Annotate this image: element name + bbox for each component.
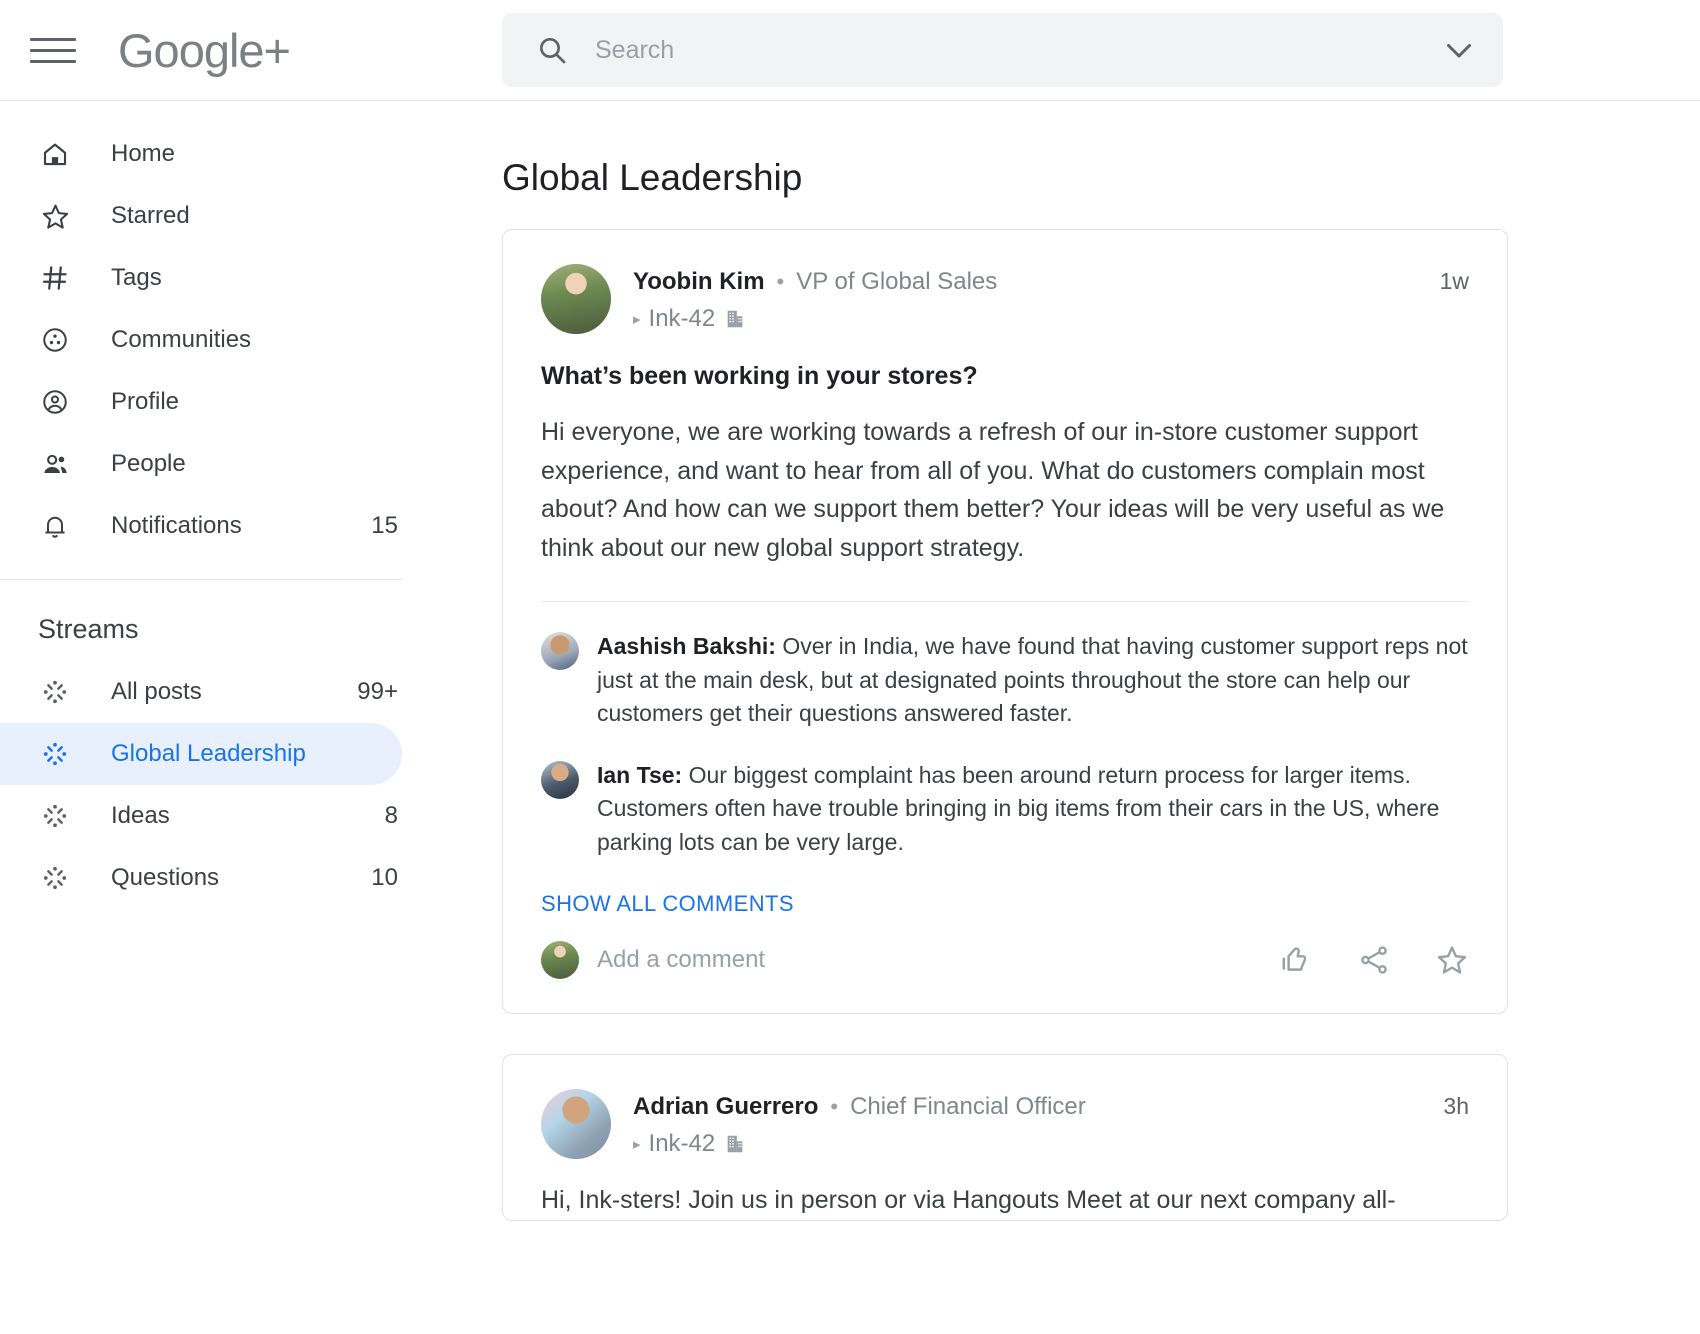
triangle-right-icon: ▸	[633, 1136, 641, 1154]
sidebar-item-ideas[interactable]: Ideas 8	[0, 785, 402, 847]
sidebar-item-home[interactable]: Home	[0, 123, 402, 185]
sidebar-item-starred[interactable]: Starred	[0, 185, 402, 247]
post-author-role: Chief Financial Officer	[850, 1093, 1086, 1121]
post-title: What’s been working in your stores?	[541, 362, 978, 390]
sidebar-item-label: Notifications	[111, 512, 242, 539]
post-header: Yoobin Kim • VP of Global Sales ▸ Ink-42	[503, 230, 1507, 334]
sidebar-item-count: 10	[371, 864, 398, 891]
sidebar-item-tags[interactable]: Tags	[0, 247, 402, 309]
avatar[interactable]	[541, 1089, 611, 1160]
comment-text: Ian Tse: Our biggest complaint has been …	[597, 759, 1469, 860]
comment-item: Ian Tse: Our biggest complaint has been …	[503, 731, 1507, 860]
app-header: Google+	[0, 0, 1700, 101]
post-company[interactable]: Ink-42	[649, 305, 716, 333]
post-body: Hi everyone, we are working towards a re…	[541, 418, 1445, 562]
separator-dot: •	[830, 1094, 839, 1120]
hamburger-menu-icon[interactable]	[30, 33, 76, 67]
post-header: Adrian Guerrero • Chief Financial Office…	[503, 1055, 1507, 1160]
add-comment-input[interactable]: Add a comment	[597, 946, 1279, 974]
post-timestamp: 1w	[1439, 268, 1469, 294]
star-icon	[38, 199, 72, 233]
chevron-down-icon[interactable]	[1439, 30, 1479, 70]
triangle-right-icon: ▸	[633, 311, 641, 328]
building-icon	[724, 1132, 746, 1156]
sidebar-item-questions[interactable]: Questions 10	[0, 847, 402, 909]
sidebar-item-label: All posts	[111, 678, 202, 705]
comment-author[interactable]: Ian Tse:	[597, 762, 682, 788]
post-author[interactable]: Yoobin Kim	[633, 268, 765, 296]
star-icon[interactable]	[1435, 943, 1469, 977]
post-company[interactable]: Ink-42	[649, 1130, 716, 1158]
comment-item: Aashish Bakshi: Over in India, we have f…	[503, 602, 1507, 731]
post-action-row: Add a comment	[503, 917, 1507, 1013]
separator-dot: •	[776, 269, 785, 294]
post-meta: Adrian Guerrero • Chief Financial Office…	[633, 1089, 1086, 1158]
sidebar-item-all-posts[interactable]: All posts 99+	[0, 661, 402, 723]
avatar[interactable]	[541, 632, 579, 670]
post-author-role: VP of Global Sales	[796, 268, 998, 295]
hamburger-bar	[30, 59, 76, 63]
sidebar-item-label: Questions	[111, 864, 220, 891]
share-icon[interactable]	[1357, 943, 1391, 977]
stream-burst-icon	[38, 799, 72, 833]
sidebar-item-count: 15	[371, 512, 398, 539]
avatar[interactable]	[541, 760, 579, 799]
post-card: Adrian Guerrero • Chief Financial Office…	[502, 1054, 1508, 1221]
bell-icon	[38, 509, 72, 543]
sidebar: Home Starred Tags Communities Profile Pe…	[0, 101, 502, 1334]
post-card: Yoobin Kim • VP of Global Sales ▸ Ink-42	[502, 229, 1508, 1015]
stream-burst-icon	[38, 737, 72, 771]
main-content: Global Leadership Yoobin Kim • VP of Glo…	[502, 101, 1700, 1334]
sidebar-item-profile[interactable]: Profile	[0, 371, 402, 433]
sidebar-item-count: 99+	[357, 678, 398, 705]
sidebar-item-label: Global Leadership	[111, 740, 306, 767]
stream-burst-icon	[38, 675, 72, 709]
sidebar-item-label: Profile	[111, 388, 180, 415]
comment-author[interactable]: Aashish Bakshi:	[597, 633, 776, 659]
sidebar-item-count: 8	[384, 802, 398, 829]
sidebar-item-people[interactable]: People	[0, 433, 402, 495]
sidebar-item-notifications[interactable]: Notifications 15	[0, 495, 402, 557]
sidebar-item-global-leadership[interactable]: Global Leadership	[0, 723, 402, 785]
sidebar-item-communities[interactable]: Communities	[0, 309, 402, 371]
sidebar-item-label: Communities	[111, 326, 252, 353]
comment-body: Our biggest complaint has been around re…	[597, 761, 1440, 855]
sidebar-item-label: People	[111, 450, 186, 477]
search-icon	[536, 34, 568, 66]
hamburger-bar	[30, 48, 76, 52]
post-author[interactable]: Adrian Guerrero	[633, 1093, 818, 1121]
streams-section-header: Streams	[38, 614, 139, 644]
sidebar-item-label: Starred	[111, 202, 190, 229]
sidebar-item-label: Home	[111, 140, 176, 167]
communities-icon	[38, 323, 72, 357]
post-body: Hi, Ink-sters! Join us in person or via …	[541, 1186, 1396, 1215]
home-icon	[38, 137, 72, 171]
page-title: Global Leadership	[502, 157, 803, 198]
people-icon	[38, 447, 72, 481]
avatar[interactable]	[541, 264, 611, 334]
app-logo[interactable]: Google+	[118, 23, 291, 78]
hamburger-bar	[30, 37, 76, 41]
profile-icon	[38, 385, 72, 419]
sidebar-item-label: Ideas	[111, 802, 170, 829]
sidebar-item-label: Tags	[111, 264, 162, 291]
search-bar[interactable]	[502, 13, 1503, 87]
stream-burst-icon	[38, 861, 72, 895]
show-all-comments-button[interactable]: SHOW ALL COMMENTS	[503, 859, 832, 917]
comment-text: Aashish Bakshi: Over in India, we have f…	[597, 630, 1469, 731]
like-icon[interactable]	[1279, 943, 1313, 977]
building-icon	[724, 307, 746, 331]
avatar[interactable]	[541, 941, 579, 980]
search-input[interactable]	[595, 35, 1439, 65]
post-meta: Yoobin Kim • VP of Global Sales ▸ Ink-42	[633, 264, 997, 333]
post-timestamp: 3h	[1443, 1093, 1469, 1120]
hash-icon	[38, 261, 72, 295]
